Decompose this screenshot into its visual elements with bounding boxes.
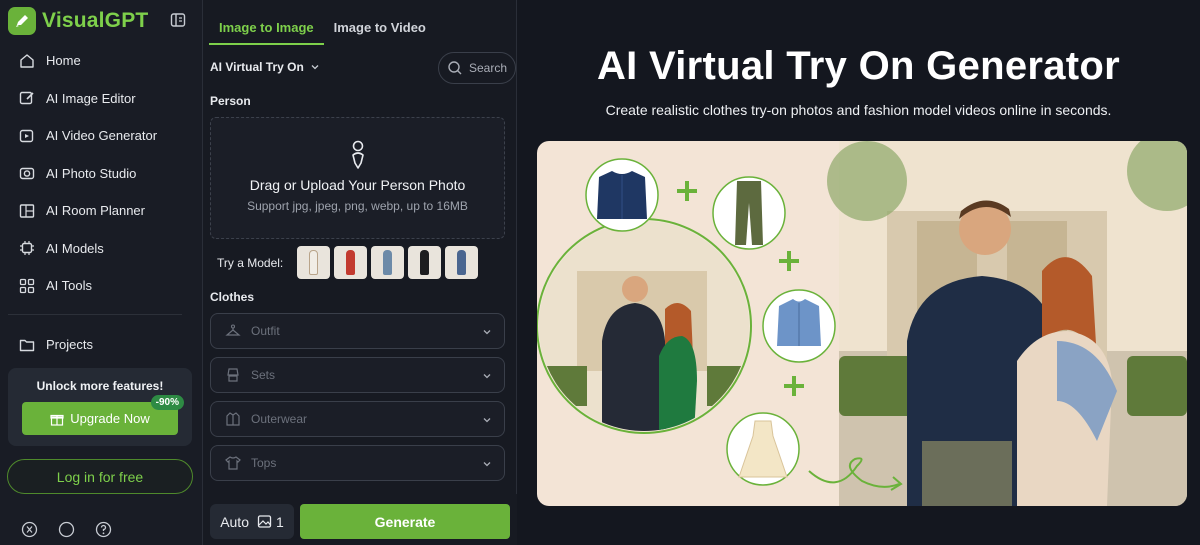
- tshirt-icon: [225, 456, 241, 470]
- hero-subtitle: Create realistic clothes try-on photos a…: [605, 102, 1112, 118]
- image-icon: [257, 515, 272, 528]
- model-thumbnail[interactable]: [445, 246, 479, 279]
- upsell-card: Unlock more features! Upgrade Now -90%: [8, 368, 192, 446]
- x-social-icon[interactable]: [21, 521, 38, 538]
- gift-icon: [50, 414, 64, 426]
- person-section-label: Person: [210, 94, 251, 108]
- generate-button[interactable]: Generate: [300, 504, 510, 539]
- sidebar-item-label: AI Video Generator: [46, 128, 158, 144]
- sets-icon: [227, 368, 239, 382]
- search-icon: [448, 61, 462, 75]
- sidebar-item-label: AI Room Planner: [46, 203, 145, 219]
- room-icon: [19, 204, 35, 218]
- chip-icon: [20, 241, 34, 256]
- brand-name: VisualGPT: [42, 9, 149, 32]
- dropdown-label: Outerwear: [251, 412, 308, 426]
- sidebar-item-label: AI Models: [46, 240, 104, 256]
- hero-section: AI Virtual Try On Generator Create reali…: [517, 0, 1200, 545]
- login-button[interactable]: Log in for free: [7, 459, 193, 494]
- sidebar-item-label: Projects: [46, 337, 93, 353]
- dropdown-label: Outfit: [251, 324, 280, 338]
- sidebar-item-projects[interactable]: Projects: [8, 326, 194, 364]
- model-thumbnail[interactable]: [371, 246, 405, 279]
- upgrade-now-label: Upgrade Now: [70, 411, 150, 426]
- upload-subtitle: Support jpg, jpeg, png, webp, up to 16MB: [247, 199, 468, 213]
- grid-icon: [19, 278, 35, 293]
- tab-image-to-image[interactable]: Image to Image: [209, 12, 324, 45]
- chevron-down-icon: [483, 462, 491, 467]
- search-placeholder: Search: [469, 61, 508, 75]
- clothes-outerwear-dropdown[interactable]: Outerwear: [210, 401, 505, 437]
- auto-label: Auto: [220, 513, 249, 530]
- sidebar-item-ai-models[interactable]: AI Models: [8, 230, 194, 268]
- sidebar-item-ai-video-generator[interactable]: AI Video Generator: [8, 117, 194, 155]
- sidebar-footer: [21, 521, 132, 538]
- chevron-down-icon: [483, 330, 491, 335]
- sidebar: VisualGPT Home AI Image Editor AI Video …: [0, 0, 203, 545]
- sidebar-projects[interactable]: Projects: [8, 326, 194, 364]
- sidebar-nav: Home AI Image Editor AI Video Generator …: [8, 42, 194, 305]
- chevron-down-icon: [483, 374, 491, 379]
- sidebar-item-ai-tools[interactable]: AI Tools: [8, 267, 194, 305]
- model-thumbnail[interactable]: [334, 246, 368, 279]
- chevron-down-icon: [311, 65, 319, 70]
- image-count: 1: [276, 513, 284, 530]
- image-edit-icon: [19, 92, 34, 105]
- pencil-logo-icon: [8, 7, 36, 35]
- sidebar-item-ai-photo-studio[interactable]: AI Photo Studio: [8, 155, 194, 193]
- tool-select-dropdown[interactable]: AI Virtual Try On: [210, 60, 320, 74]
- home-icon: [20, 54, 34, 68]
- clothes-section-label: Clothes: [210, 290, 255, 304]
- chevron-down-icon: [483, 418, 491, 423]
- dropdown-label: Sets: [251, 368, 276, 382]
- clothes-tops-dropdown[interactable]: Tops: [210, 445, 505, 481]
- sidebar-item-label: AI Image Editor: [46, 90, 136, 106]
- clothes-outfit-dropdown[interactable]: Outfit: [210, 313, 505, 349]
- tab-image-to-video[interactable]: Image to Video: [324, 12, 436, 45]
- try-a-model-row: Try a Model:: [217, 246, 482, 279]
- hero-illustration: [537, 141, 1187, 506]
- brand-logo[interactable]: VisualGPT: [8, 6, 148, 36]
- sidebar-item-label: AI Photo Studio: [46, 165, 137, 181]
- sidebar-item-label: AI Tools: [46, 278, 93, 294]
- theme-toggle-icon[interactable]: [58, 521, 75, 538]
- help-icon[interactable]: [95, 521, 112, 538]
- upgrade-now-button[interactable]: Upgrade Now -90%: [22, 395, 184, 435]
- auto-image-count-button[interactable]: Auto 1: [210, 504, 294, 539]
- upload-title: Drag or Upload Your Person Photo: [249, 177, 466, 193]
- generator-panel: Image to Image Image to Video AI Virtual…: [203, 0, 517, 545]
- sidebar-item-label: Home: [46, 53, 81, 69]
- try-a-model-label: Try a Model:: [217, 255, 284, 270]
- hero-title: AI Virtual Try On Generator: [596, 44, 1121, 88]
- discount-badge: -90%: [150, 395, 184, 410]
- model-thumbnail[interactable]: [408, 246, 442, 279]
- sidebar-item-ai-room-planner[interactable]: AI Room Planner: [8, 192, 194, 230]
- sidebar-item-ai-image-editor[interactable]: AI Image Editor: [8, 80, 194, 118]
- sidebar-collapse-icon[interactable]: [170, 12, 186, 28]
- search-button[interactable]: Search: [438, 52, 516, 84]
- panel-tabs: Image to Image Image to Video: [209, 12, 436, 45]
- sidebar-item-home[interactable]: Home: [8, 42, 194, 80]
- tool-select-value: AI Virtual Try On: [210, 60, 304, 74]
- dropdown-label: Tops: [251, 456, 277, 470]
- upsell-title: Unlock more features!: [36, 379, 164, 393]
- person-upload-dropzone[interactable]: Drag or Upload Your Person Photo Support…: [210, 117, 505, 239]
- person-upload-icon: [351, 140, 364, 169]
- video-icon: [19, 129, 34, 142]
- folder-icon: [19, 339, 35, 351]
- jacket-icon: [226, 412, 240, 426]
- hanger-icon: [225, 324, 241, 336]
- model-thumbnail[interactable]: [297, 246, 331, 279]
- camera-icon: [19, 168, 35, 180]
- clothes-sets-dropdown[interactable]: Sets: [210, 357, 505, 393]
- sidebar-divider: [8, 314, 182, 315]
- panel-bottom-bar: Auto 1 Generate: [203, 494, 517, 545]
